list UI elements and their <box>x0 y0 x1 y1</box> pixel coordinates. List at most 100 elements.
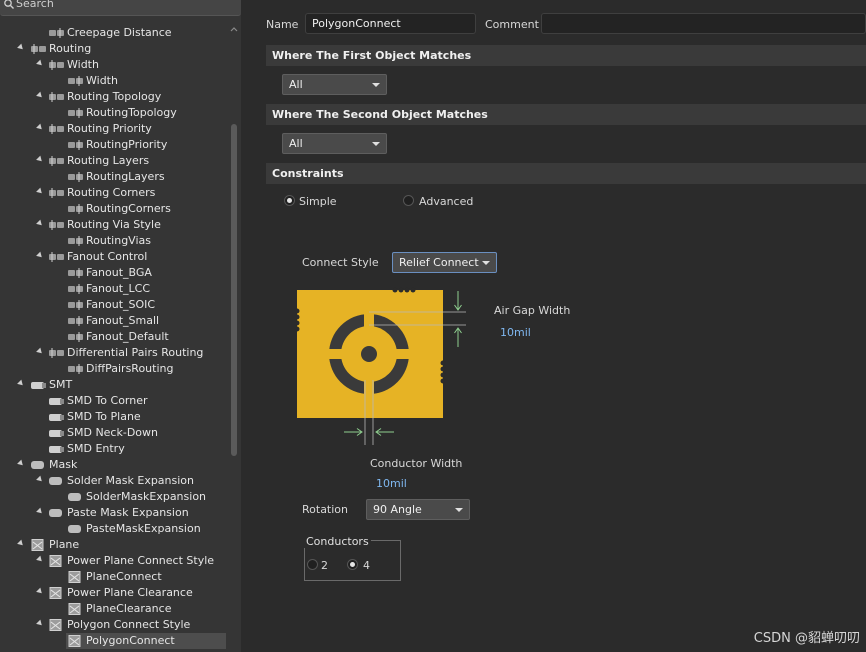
tree-item[interactable]: PlaneClearance <box>0 601 228 617</box>
expand-arrow-icon[interactable] <box>36 155 44 164</box>
tree-item[interactable]: Fanout_LCC <box>0 281 228 297</box>
name-field[interactable]: PolygonConnect <box>305 13 476 34</box>
tree-item[interactable]: PolygonConnect <box>0 633 228 649</box>
tree-item[interactable]: SMT <box>0 377 228 393</box>
connect-style-dropdown[interactable]: Relief Connect <box>392 252 497 273</box>
tree-item[interactable]: SMD To Corner <box>0 393 228 409</box>
tree-item[interactable]: RoutingCorners <box>0 201 228 217</box>
tree-item[interactable]: Fanout_BGA <box>0 265 228 281</box>
conductors-2-radio[interactable] <box>307 559 318 570</box>
rule-category-icon <box>48 91 65 103</box>
expand-arrow-icon[interactable] <box>36 251 44 260</box>
watermark: CSDN @貂蝉叨叨 <box>753 631 860 646</box>
rule-item-icon <box>67 363 84 375</box>
mask-icon <box>48 507 65 519</box>
plane-icon <box>48 555 65 567</box>
rule-category-icon <box>48 155 65 167</box>
tree-item[interactable]: Routing Corners <box>0 185 228 201</box>
tree-item-label: Plane <box>49 538 80 551</box>
tree-item[interactable]: SMD Neck-Down <box>0 425 228 441</box>
tree-item[interactable]: Differential Pairs Routing <box>0 345 228 361</box>
tree-item[interactable]: Solder Mask Expansion <box>0 473 228 489</box>
expand-arrow-icon[interactable] <box>36 587 44 596</box>
tree-item[interactable]: SolderMaskExpansion <box>0 489 228 505</box>
chevron-down-icon <box>372 83 380 87</box>
expand-arrow-icon[interactable] <box>36 91 44 100</box>
tree-item-label: Paste Mask Expansion <box>67 506 189 519</box>
tree-item[interactable]: Mask <box>0 457 228 473</box>
tree-item[interactable]: Routing <box>0 41 228 57</box>
expand-arrow-icon[interactable] <box>36 187 44 196</box>
rule-category-icon <box>48 187 65 199</box>
tree-item-label: RoutingLayers <box>86 170 165 183</box>
smt-icon <box>48 443 65 455</box>
tree-scrollbar-thumb[interactable] <box>231 124 237 456</box>
tree-item[interactable]: RoutingVias <box>0 233 228 249</box>
chevron-down-icon <box>482 261 490 265</box>
tree-item[interactable]: RoutingPriority <box>0 137 228 153</box>
expand-arrow-icon[interactable] <box>36 555 44 564</box>
comment-field[interactable] <box>541 13 866 34</box>
tree-item[interactable]: Paste Mask Expansion <box>0 505 228 521</box>
constraints-header: Constraints <box>266 163 866 184</box>
tree-item[interactable]: PasteMaskExpansion <box>0 521 228 537</box>
tree-item-label: Fanout_Default <box>86 330 169 343</box>
rule-item-icon <box>67 203 84 215</box>
rotation-dropdown[interactable]: 90 Angle <box>366 499 470 520</box>
tree-item[interactable]: Plane <box>0 537 228 553</box>
tree-item[interactable]: Routing Layers <box>0 153 228 169</box>
tree-item-label: PlaneClearance <box>86 602 172 615</box>
expand-arrow-icon[interactable] <box>17 379 25 388</box>
tree-item-label: SMT <box>49 378 73 391</box>
tree-item[interactable]: RoutingLayers <box>0 169 228 185</box>
tree-item[interactable]: DiffPairsRouting <box>0 361 228 377</box>
tree-item[interactable]: Power Plane Connect Style <box>0 553 228 569</box>
tree-item[interactable]: Width <box>0 73 228 89</box>
tree-item[interactable]: Routing Via Style <box>0 217 228 233</box>
tree-item[interactable]: Routing Topology <box>0 89 228 105</box>
expand-arrow-icon[interactable] <box>36 619 44 628</box>
expand-arrow-icon[interactable] <box>36 347 44 356</box>
tree-item[interactable]: Fanout_Default <box>0 329 228 345</box>
tree-item[interactable]: Polygon Connect Style <box>0 617 228 633</box>
advanced-label: Advanced <box>419 195 474 208</box>
tree-item-label: SMD Neck-Down <box>67 426 158 439</box>
conductor-width-value[interactable]: 10mil <box>376 477 407 490</box>
tree-item[interactable]: Width <box>0 57 228 73</box>
air-gap-value[interactable]: 10mil <box>500 326 531 339</box>
tree-item-label: Power Plane Clearance <box>67 586 193 599</box>
tree-item[interactable]: Fanout_SOIC <box>0 297 228 313</box>
expand-arrow-icon[interactable] <box>36 59 44 68</box>
pad-hole <box>361 346 377 362</box>
scroll-up-icon[interactable] <box>229 25 239 34</box>
tree-item[interactable]: SMD Entry <box>0 441 228 457</box>
expand-arrow-icon[interactable] <box>17 539 25 548</box>
conductor-width-label: Conductor Width <box>370 457 463 470</box>
second-match-dropdown[interactable]: All <box>282 133 387 154</box>
expand-arrow-icon[interactable] <box>36 475 44 484</box>
tree-item[interactable]: Routing Priority <box>0 121 228 137</box>
first-match-value: All <box>289 78 303 91</box>
expand-arrow-icon[interactable] <box>17 43 25 52</box>
tree-item[interactable]: Fanout_Small <box>0 313 228 329</box>
search-input[interactable]: Search <box>0 0 241 16</box>
first-match-dropdown[interactable]: All <box>282 74 387 95</box>
tree-item[interactable]: SMD To Plane <box>0 409 228 425</box>
tree-item[interactable]: Fanout Control <box>0 249 228 265</box>
panel-splitter[interactable] <box>241 0 250 652</box>
mask-icon <box>67 491 84 503</box>
expand-arrow-icon[interactable] <box>17 459 25 468</box>
tree-item[interactable]: PlaneConnect <box>0 569 228 585</box>
tree-item[interactable]: RoutingTopology <box>0 105 228 121</box>
advanced-radio[interactable] <box>403 195 414 206</box>
simple-radio[interactable] <box>284 195 295 206</box>
plane-icon <box>67 571 84 583</box>
expand-arrow-icon[interactable] <box>36 123 44 132</box>
conductors-4-radio[interactable] <box>347 559 358 570</box>
tree-item[interactable]: Power Plane Clearance <box>0 585 228 601</box>
tree-item[interactable]: Creepage Distance <box>0 25 228 41</box>
expand-arrow-icon[interactable] <box>36 219 44 228</box>
rule-item-icon <box>67 299 84 311</box>
expand-arrow-icon[interactable] <box>36 507 44 516</box>
rule-category-icon <box>48 123 65 135</box>
